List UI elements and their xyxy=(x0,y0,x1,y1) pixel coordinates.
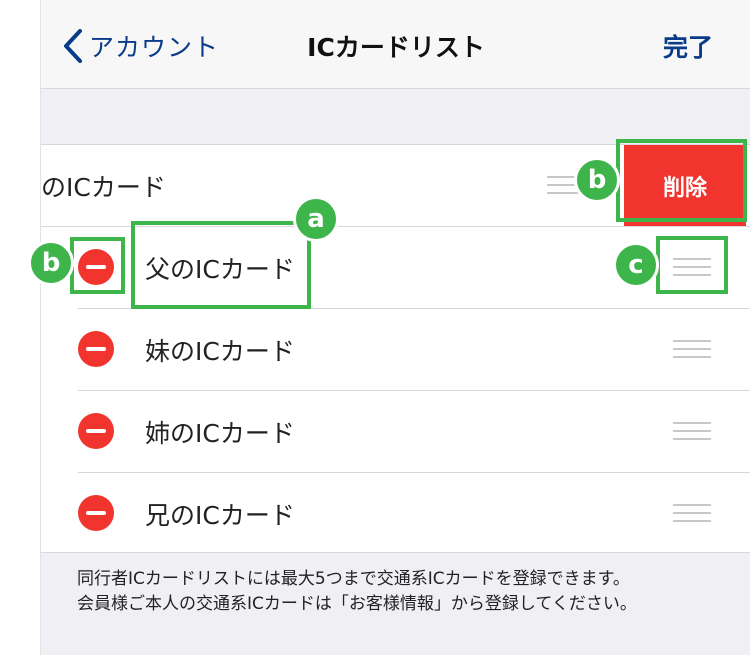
reorder-handle-icon[interactable] xyxy=(673,422,711,442)
card-name-label: 兄のICカード xyxy=(145,501,295,530)
annotation-badge-b: b xyxy=(574,157,620,203)
delete-minus-icon[interactable] xyxy=(78,413,114,449)
list-row[interactable]: 妹のICカード xyxy=(41,309,750,391)
footer-text: 同行者ICカードリストには最大5つまで交通系ICカードを登録できます。 会員様ご… xyxy=(77,567,637,617)
footer-note: 同行者ICカードリストには最大5つまで交通系ICカードを登録できます。 会員様ご… xyxy=(41,552,750,655)
navigation-bar: アカウント ICカードリスト 完了 xyxy=(41,0,750,89)
annotation-box-grip xyxy=(656,236,728,294)
annotation-badge-b: b xyxy=(28,240,74,286)
footer-line: 会員様ご本人の交通系ICカードは「お客様情報」から登録してください。 xyxy=(77,594,637,614)
reorder-handle-icon[interactable] xyxy=(673,340,711,360)
list-row[interactable]: 兄のICカード xyxy=(41,473,750,554)
reorder-handle-icon[interactable] xyxy=(673,504,711,524)
page-title: ICカードリスト xyxy=(307,33,485,62)
ic-card-list-screen: アカウント ICカードリスト 完了 のICカード 削除 父のICカード 妹のIC… xyxy=(40,0,750,655)
annotation-box-delete xyxy=(616,139,747,222)
delete-minus-icon[interactable] xyxy=(78,331,114,367)
footer-line: 同行者ICカードリストには最大5つまで交通系ICカードを登録できます。 xyxy=(77,569,630,589)
annotation-box-minus xyxy=(70,237,125,294)
card-name-label: 妹のICカード xyxy=(145,337,295,366)
delete-minus-icon[interactable] xyxy=(78,495,114,531)
done-button[interactable]: 完了 xyxy=(663,28,713,64)
section-header xyxy=(41,89,750,145)
card-name-label: のICカード xyxy=(41,173,166,202)
annotation-badge-a: a xyxy=(293,196,339,242)
annotation-badge-c: c xyxy=(613,242,659,288)
annotation-box-label xyxy=(131,221,311,309)
card-name-label: 姉のICカード xyxy=(145,419,295,448)
list-row[interactable]: 姉のICカード xyxy=(41,391,750,473)
